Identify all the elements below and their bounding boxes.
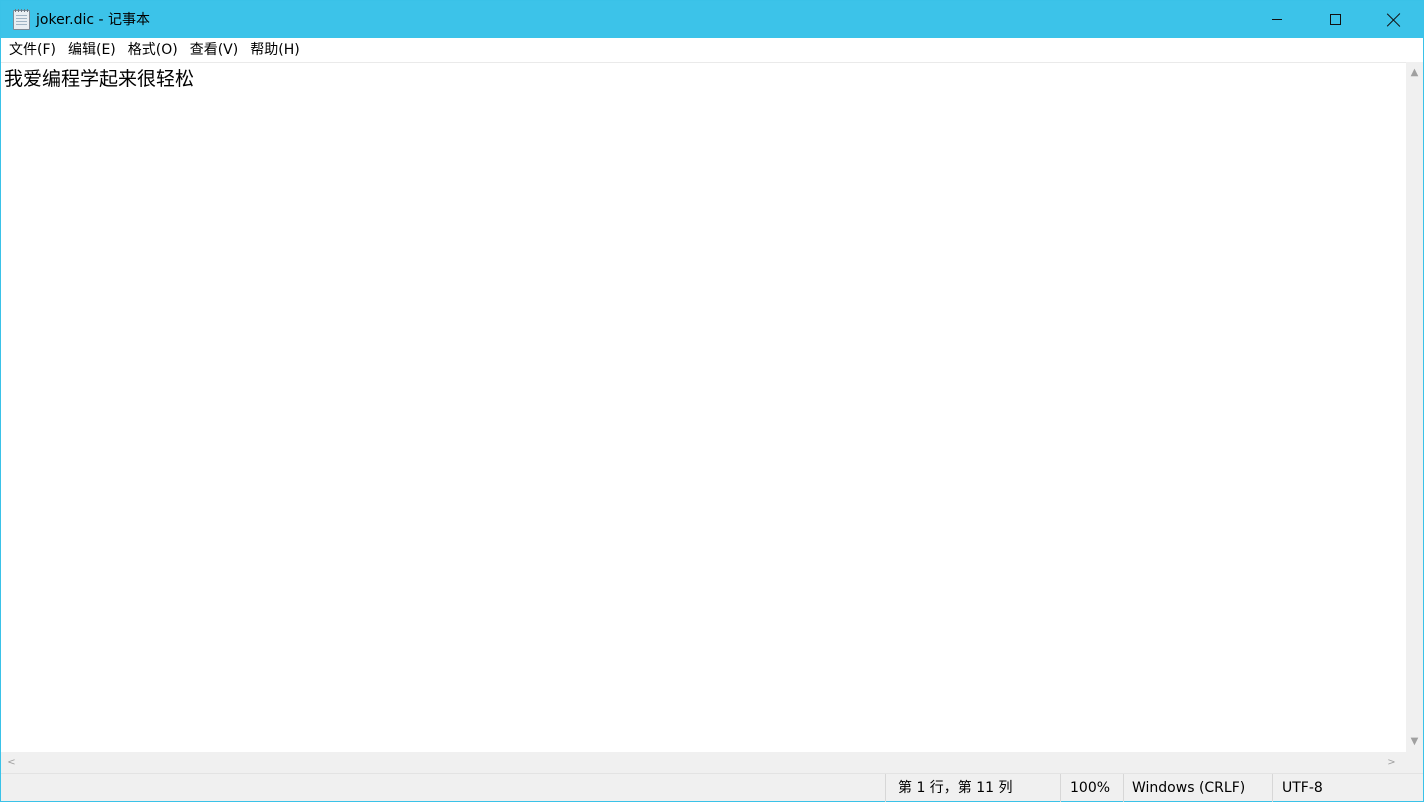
text-editor[interactable]: 我爱编程学起来很轻松 bbox=[1, 62, 1406, 752]
window-title: joker.dic - 记事本 bbox=[36, 12, 151, 28]
menu-edit[interactable]: 编辑(E) bbox=[62, 39, 122, 61]
menu-help[interactable]: 帮助(H) bbox=[244, 39, 305, 61]
status-cursor-position: 第 1 行，第 11 列 bbox=[885, 774, 1061, 802]
menu-view[interactable]: 查看(V) bbox=[184, 39, 245, 61]
notepad-window: joker.dic - 记事本 文件(F) 编辑(E) 格式(O) 查看(V) … bbox=[0, 0, 1424, 802]
close-button[interactable] bbox=[1365, 1, 1423, 38]
notepad-icon[interactable] bbox=[13, 9, 30, 30]
horizontal-scrollbar[interactable]: < > bbox=[1, 752, 1406, 773]
minimize-icon bbox=[1272, 19, 1282, 20]
scroll-up-icon[interactable]: ▲ bbox=[1406, 64, 1423, 81]
title-bar[interactable]: joker.dic - 记事本 bbox=[1, 1, 1423, 38]
scroll-down-icon[interactable]: ▼ bbox=[1406, 733, 1423, 750]
menu-bar: 文件(F) 编辑(E) 格式(O) 查看(V) 帮助(H) bbox=[1, 38, 1423, 62]
status-line-ending: Windows (CRLF) bbox=[1123, 774, 1273, 802]
menu-file[interactable]: 文件(F) bbox=[3, 39, 62, 61]
status-bar: 第 1 行，第 11 列 100% Windows (CRLF) UTF-8 bbox=[1, 773, 1423, 802]
scroll-left-icon[interactable]: < bbox=[3, 752, 20, 773]
menu-format[interactable]: 格式(O) bbox=[122, 39, 184, 61]
minimize-button[interactable] bbox=[1248, 1, 1306, 38]
close-icon bbox=[1387, 13, 1401, 27]
maximize-icon bbox=[1329, 14, 1341, 25]
scroll-right-icon[interactable]: > bbox=[1383, 752, 1400, 773]
vertical-scrollbar[interactable]: ▲ ▼ bbox=[1406, 62, 1423, 752]
status-encoding: UTF-8 bbox=[1272, 774, 1423, 802]
scrollbar-corner bbox=[1406, 752, 1423, 773]
editor-content[interactable]: 我爱编程学起来很轻松 bbox=[4, 67, 194, 91]
status-zoom: 100% bbox=[1060, 774, 1124, 802]
maximize-button[interactable] bbox=[1306, 1, 1364, 38]
